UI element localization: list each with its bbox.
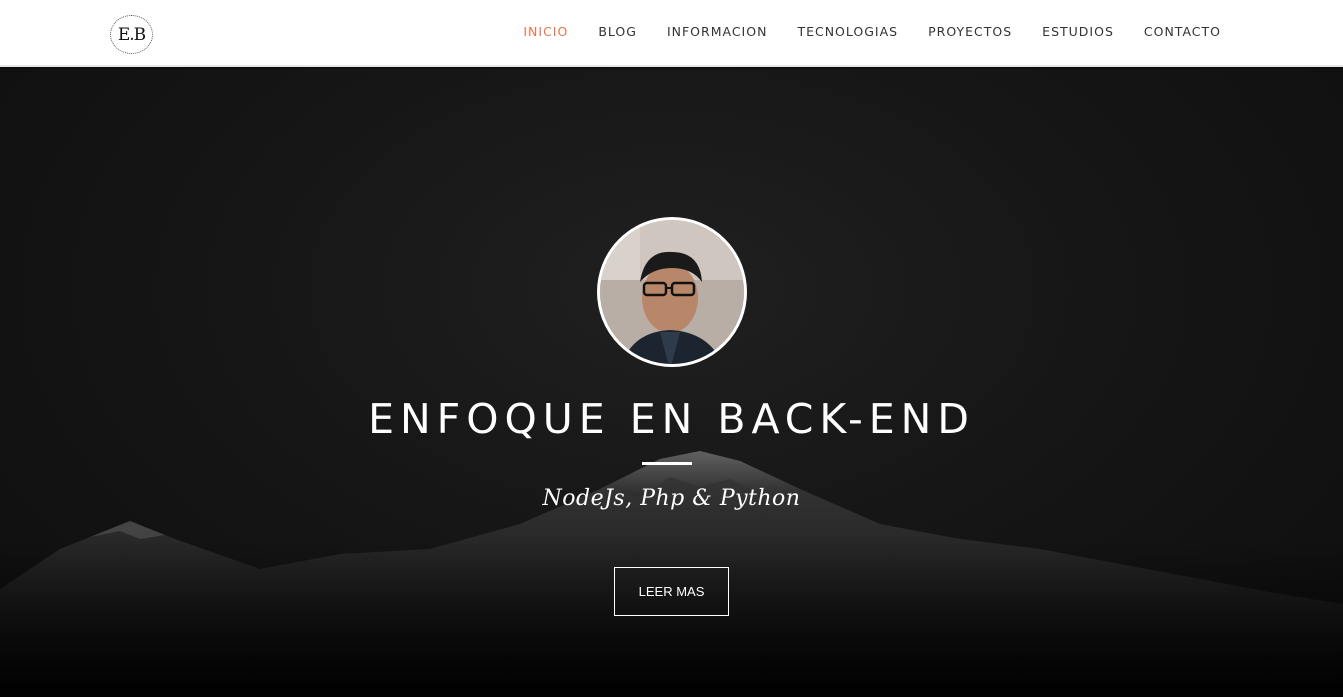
nav-item-proyectos[interactable]: PROYECTOS — [913, 24, 1027, 40]
nav-item-informacion[interactable]: INFORMACION — [652, 24, 782, 40]
main-nav: INICIO BLOG INFORMACION TECNOLOGIAS PROY… — [508, 24, 1236, 40]
profile-photo — [600, 220, 744, 364]
logo[interactable]: E.B — [110, 15, 153, 54]
nav-item-inicio[interactable]: INICIO — [508, 24, 583, 40]
top-navbar: E.B INICIO BLOG INFORMACION TECNOLOGIAS … — [0, 0, 1343, 67]
nav-item-contacto[interactable]: CONTACTO — [1129, 24, 1236, 40]
nav-item-tecnologias[interactable]: TECNOLOGIAS — [782, 24, 913, 40]
hero-section: ENFOQUE EN BACK-END NodeJs, Php & Python… — [0, 69, 1343, 697]
nav-item-estudios[interactable]: ESTUDIOS — [1027, 24, 1129, 40]
nav-item-blog[interactable]: BLOG — [583, 24, 652, 40]
title-divider — [642, 462, 692, 465]
hero-title: ENFOQUE EN BACK-END — [368, 395, 975, 443]
read-more-button[interactable]: LEER MAS — [614, 567, 729, 616]
profile-avatar — [597, 217, 747, 367]
hero-subtitle: NodeJs, Php & Python — [542, 486, 801, 511]
